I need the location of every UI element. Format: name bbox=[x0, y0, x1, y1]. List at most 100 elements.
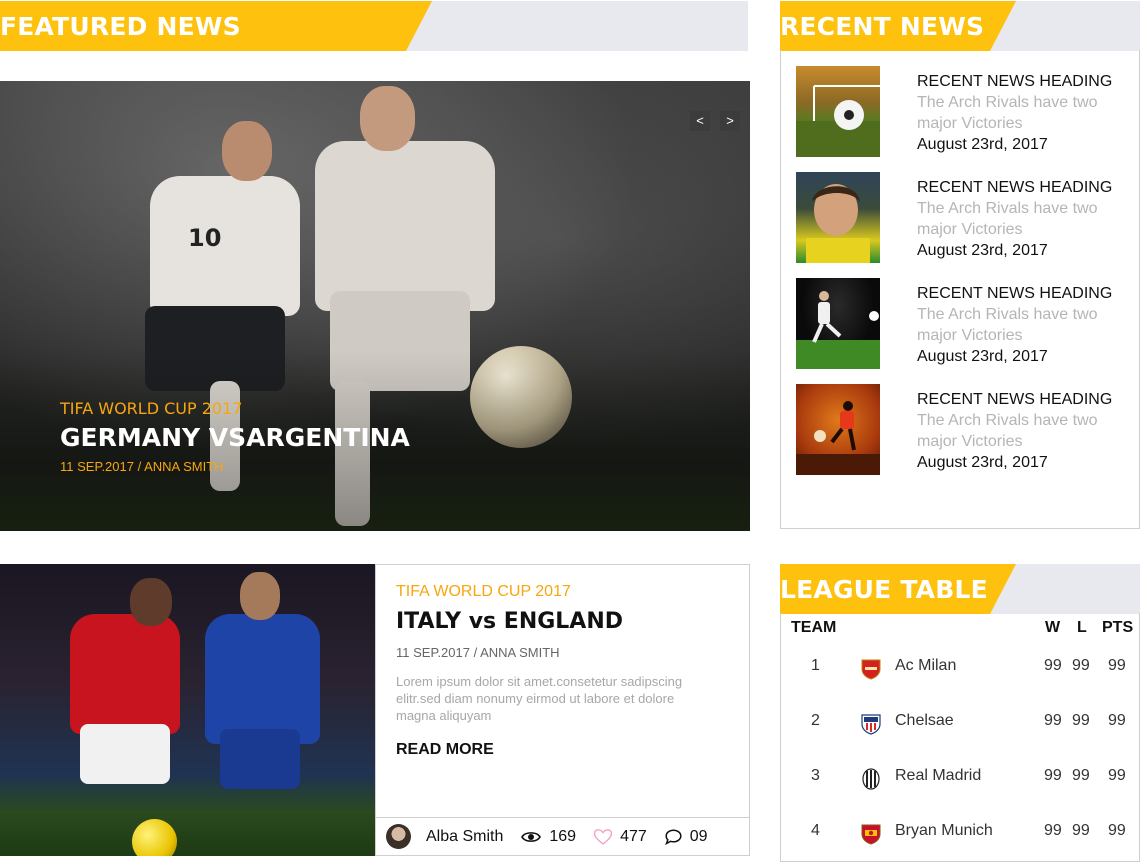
row-losses: 99 bbox=[1072, 822, 1090, 839]
player-left-head bbox=[222, 121, 272, 181]
recent-news-tab: RECENT NEWS bbox=[780, 1, 1016, 51]
row-rank: 3 bbox=[811, 767, 820, 784]
likes-stat[interactable]: 477 bbox=[594, 828, 647, 846]
recent-news-desc: The Arch Rivals have two major Victories bbox=[917, 412, 1098, 450]
hero-meta: 11 SEP.2017 / ANNA SMITH bbox=[60, 459, 224, 474]
featured-news-title: FEATURED NEWS bbox=[0, 11, 241, 41]
recent-news-date: August 23rd, 2017 bbox=[917, 136, 1048, 153]
hero-title[interactable]: GERMANY VSARGENTINA bbox=[60, 423, 410, 452]
usa-crest-icon bbox=[861, 714, 881, 735]
recent-news-desc: The Arch Rivals have two major Victories bbox=[917, 200, 1098, 238]
recent-news-heading[interactable]: RECENT NEWS HEADING bbox=[917, 71, 1132, 92]
article-kicker: TIFA WORLD CUP 2017 bbox=[396, 583, 571, 600]
league-table-header: LEAGUE TABLE bbox=[780, 564, 1140, 614]
row-points: 99 bbox=[1108, 712, 1126, 729]
player-blue-shirt bbox=[205, 614, 320, 744]
arsenal-crest-icon bbox=[861, 659, 881, 680]
row-points: 99 bbox=[1108, 767, 1126, 784]
recent-news-list: RECENT NEWS HEADING The Arch Rivals have… bbox=[780, 50, 1140, 529]
player-left-shirt bbox=[150, 176, 300, 316]
author-avatar[interactable] bbox=[386, 824, 411, 849]
article-footer: Alba Smith 169 477 09 bbox=[376, 817, 749, 855]
player-kick-icon bbox=[796, 291, 880, 369]
heart-icon[interactable] bbox=[594, 828, 613, 845]
views-count: 169 bbox=[549, 827, 577, 845]
row-rank: 1 bbox=[811, 657, 820, 674]
author-name[interactable]: Alba Smith bbox=[426, 828, 503, 846]
league-table-title: LEAGUE TABLE bbox=[780, 574, 988, 604]
eye-icon bbox=[521, 831, 542, 842]
article-image[interactable] bbox=[0, 564, 375, 856]
fan-portrait-icon bbox=[806, 184, 870, 263]
yellow-ball bbox=[132, 819, 177, 856]
article-excerpt: Lorem ipsum dolor sit amet.consetetur sa… bbox=[396, 674, 683, 723]
article-meta: 11 SEP.2017 / ANNA SMITH bbox=[396, 645, 560, 660]
article-card: TIFA WORLD CUP 2017 ITALY vs ENGLAND 11 … bbox=[375, 564, 750, 856]
recent-news-thumbnail[interactable] bbox=[796, 172, 880, 263]
views-stat: 169 bbox=[521, 828, 576, 846]
col-w-header: W bbox=[1045, 619, 1061, 636]
recent-news-item[interactable]: RECENT NEWS HEADING The Arch Rivals have… bbox=[796, 384, 1136, 476]
ball-on-grass-icon bbox=[796, 85, 880, 157]
recent-news-desc: The Arch Rivals have two major Victories bbox=[917, 94, 1098, 132]
row-losses: 99 bbox=[1072, 712, 1090, 729]
recent-news-date: August 23rd, 2017 bbox=[917, 348, 1048, 365]
featured-hero-slide[interactable]: 10 < > TIFA WORLD CUP 2017 GERMANY VSARG… bbox=[0, 81, 750, 531]
comments-stat[interactable]: 09 bbox=[664, 827, 708, 846]
player-right-head bbox=[360, 86, 415, 151]
recent-news-thumbnail[interactable] bbox=[796, 384, 880, 475]
player-red-head bbox=[130, 578, 172, 626]
sunset-kick-icon bbox=[796, 401, 880, 475]
row-points: 99 bbox=[1108, 822, 1126, 839]
featured-news-header: FEATURED NEWS bbox=[0, 1, 748, 51]
slider-prev-button[interactable]: < bbox=[690, 111, 710, 131]
recent-news-heading[interactable]: RECENT NEWS HEADING bbox=[917, 283, 1132, 304]
row-losses: 99 bbox=[1072, 767, 1090, 784]
recent-news-heading[interactable]: RECENT NEWS HEADING bbox=[917, 177, 1132, 198]
recent-news-header: RECENT NEWS bbox=[780, 1, 1140, 51]
read-more-link[interactable]: READ MORE bbox=[396, 741, 494, 759]
row-rank: 4 bbox=[811, 822, 820, 839]
row-losses: 99 bbox=[1072, 657, 1090, 674]
row-team[interactable]: Ac Milan bbox=[895, 657, 956, 675]
recent-news-desc: The Arch Rivals have two major Victories bbox=[917, 306, 1098, 344]
spain-crest-icon bbox=[861, 824, 881, 845]
player-blue-shorts bbox=[220, 729, 300, 789]
row-points: 99 bbox=[1108, 657, 1126, 674]
juventus-crest-icon bbox=[862, 768, 880, 790]
recent-news-date: August 23rd, 2017 bbox=[917, 454, 1048, 471]
recent-news-text: RECENT NEWS HEADING The Arch Rivals have… bbox=[917, 283, 1132, 367]
row-team[interactable]: Bryan Munich bbox=[895, 822, 993, 840]
col-pts-header: PTS bbox=[1102, 619, 1134, 636]
league-row[interactable]: 2 Chelsae 99 99 99 bbox=[781, 702, 1139, 742]
league-table-tab: LEAGUE TABLE bbox=[780, 564, 1016, 614]
row-wins: 99 bbox=[1044, 712, 1062, 729]
row-team[interactable]: Chelsae bbox=[895, 712, 954, 730]
recent-news-thumbnail[interactable] bbox=[796, 278, 880, 369]
likes-count: 477 bbox=[620, 827, 647, 845]
league-row[interactable]: 4 Bryan Munich 99 99 99 bbox=[781, 812, 1139, 852]
league-row[interactable]: 3 Real Madrid 99 99 99 bbox=[781, 757, 1139, 797]
recent-news-item[interactable]: RECENT NEWS HEADING The Arch Rivals have… bbox=[796, 278, 1136, 370]
comment-icon[interactable] bbox=[664, 828, 682, 845]
player-blue-head bbox=[240, 572, 280, 620]
row-rank: 2 bbox=[811, 712, 820, 729]
hero-kicker: TIFA WORLD CUP 2017 bbox=[60, 399, 243, 418]
featured-news-tab: FEATURED NEWS bbox=[0, 1, 432, 51]
recent-news-heading[interactable]: RECENT NEWS HEADING bbox=[917, 389, 1132, 410]
recent-news-thumbnail[interactable] bbox=[796, 66, 880, 157]
player-right-shirt bbox=[315, 141, 495, 311]
slider-next-button[interactable]: > bbox=[720, 111, 740, 131]
row-wins: 99 bbox=[1044, 767, 1062, 784]
recent-news-text: RECENT NEWS HEADING The Arch Rivals have… bbox=[917, 71, 1132, 155]
row-wins: 99 bbox=[1044, 822, 1062, 839]
col-team-header: TEAM bbox=[791, 619, 837, 636]
recent-news-date: August 23rd, 2017 bbox=[917, 242, 1048, 259]
article-title[interactable]: ITALY vs ENGLAND bbox=[396, 609, 623, 634]
row-team[interactable]: Real Madrid bbox=[895, 767, 981, 785]
league-row[interactable]: 1 Ac Milan 99 99 99 bbox=[781, 647, 1139, 687]
comments-count: 09 bbox=[689, 827, 708, 845]
recent-news-item[interactable]: RECENT NEWS HEADING The Arch Rivals have… bbox=[796, 66, 1136, 158]
recent-news-item[interactable]: RECENT NEWS HEADING The Arch Rivals have… bbox=[796, 172, 1136, 264]
recent-news-text: RECENT NEWS HEADING The Arch Rivals have… bbox=[917, 389, 1132, 473]
